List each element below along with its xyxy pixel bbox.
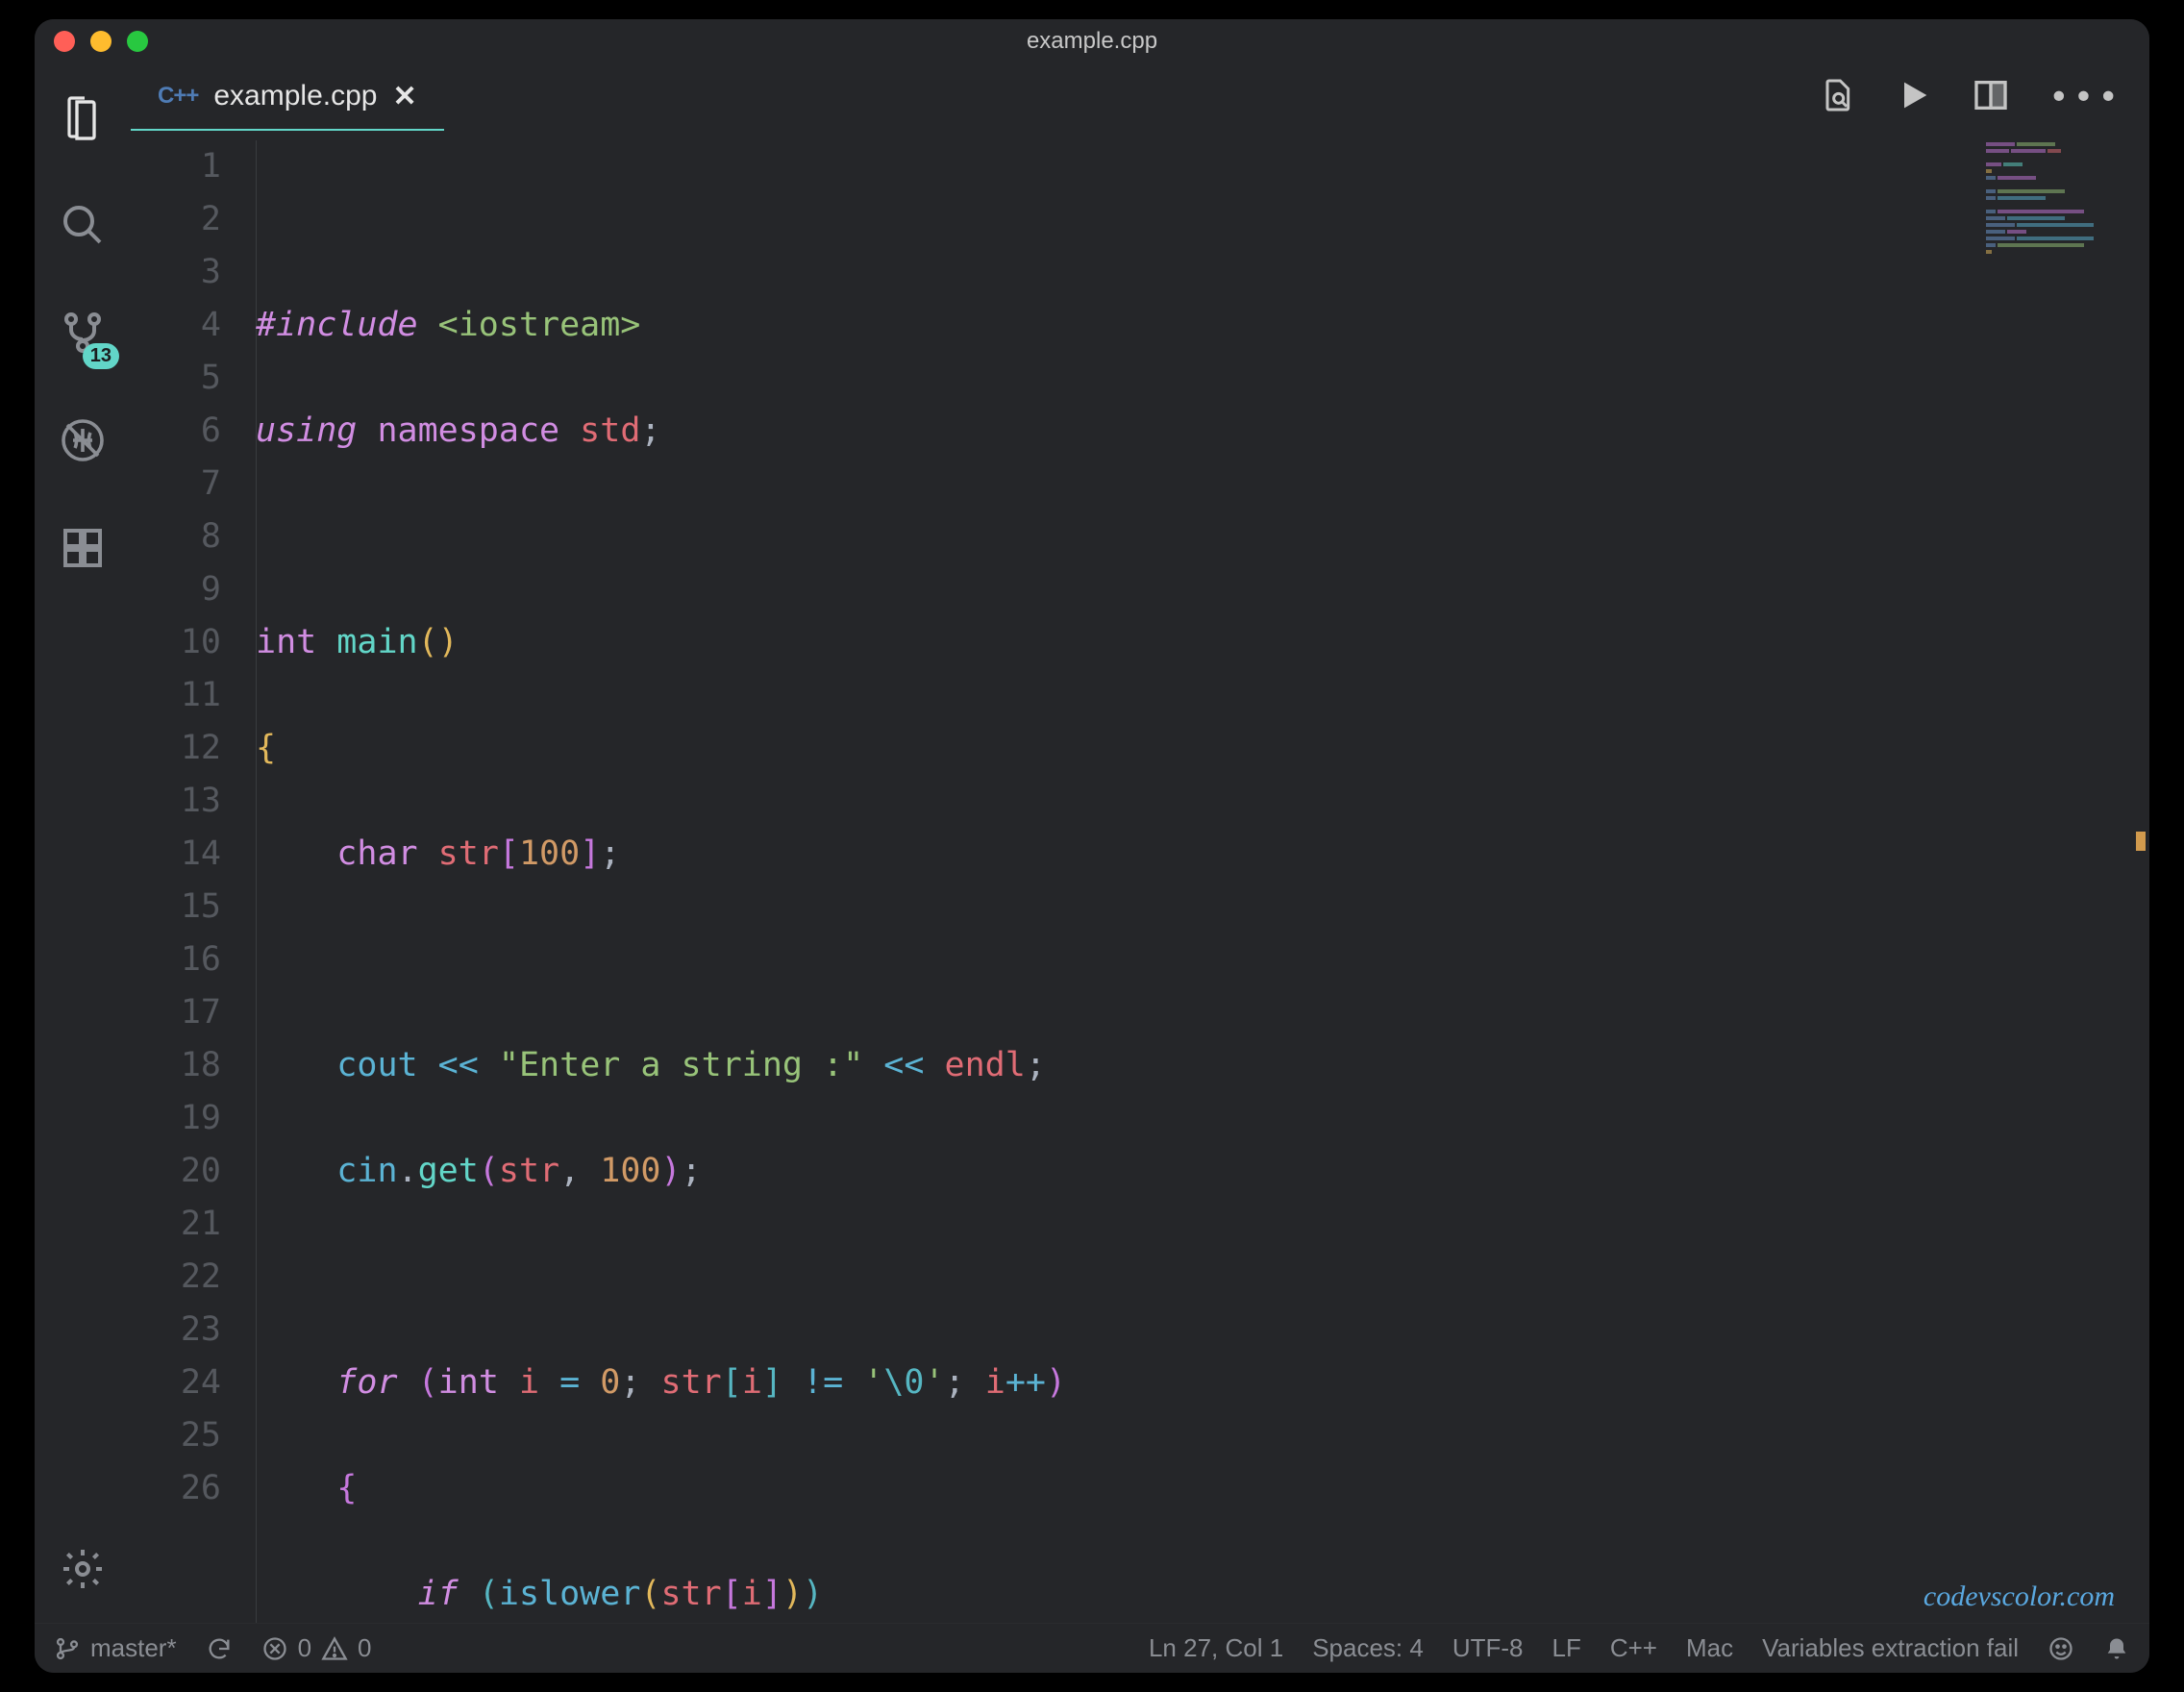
traffic-lights <box>54 31 148 52</box>
overview-ruler-mark <box>2136 832 2146 851</box>
sync-status[interactable] <box>206 1635 233 1662</box>
tab-bar: C++ example.cpp ✕ ••• <box>131 63 2149 131</box>
debug-icon[interactable] <box>52 410 113 471</box>
more-actions-icon[interactable]: ••• <box>2048 78 2122 117</box>
search-icon[interactable] <box>52 194 113 256</box>
tab-close-icon[interactable]: ✕ <box>392 80 416 113</box>
vscode-window: example.cpp 13 <box>35 19 2149 1673</box>
extensions-icon[interactable] <box>52 517 113 579</box>
tab-language-badge: C++ <box>158 83 198 110</box>
find-in-file-icon[interactable] <box>1818 76 1856 118</box>
extension-message-status[interactable]: Variables extraction fail <box>1762 1633 2019 1663</box>
problems-status[interactable]: 0 0 <box>261 1633 372 1663</box>
explorer-icon[interactable] <box>52 87 113 148</box>
minimize-window-button[interactable] <box>90 31 112 52</box>
os-status[interactable]: Mac <box>1686 1633 1733 1663</box>
watermark: codevscolor.com <box>1923 1580 2115 1613</box>
tab-filename: example.cpp <box>213 80 377 112</box>
settings-gear-icon[interactable] <box>52 1538 113 1600</box>
feedback-smiley-icon[interactable] <box>2048 1635 2074 1662</box>
editor-wrap: 1234567891011121314151617181920212223242… <box>131 131 2149 1623</box>
run-icon[interactable] <box>1895 76 1933 118</box>
activity-bar: 13 <box>35 63 131 1623</box>
split-editor-icon[interactable] <box>1972 76 2010 118</box>
encoding-status[interactable]: UTF-8 <box>1452 1633 1524 1663</box>
scm-badge: 13 <box>83 343 119 369</box>
language-mode-status[interactable]: C++ <box>1610 1633 1657 1663</box>
tab-example-cpp[interactable]: C++ example.cpp ✕ <box>131 63 444 131</box>
editor-actions: ••• <box>1818 63 2149 131</box>
status-bar: master* 0 0 Ln 27, Col 1 Spaces: 4 UTF-8… <box>35 1623 2149 1673</box>
cursor-position-status[interactable]: Ln 27, Col 1 <box>1149 1633 1283 1663</box>
git-branch-status[interactable]: master* <box>54 1633 177 1663</box>
editor-group: C++ example.cpp ✕ ••• <box>131 63 2149 1623</box>
window-body: 13 C++ example.cpp ✕ <box>35 63 2149 1623</box>
eol-status[interactable]: LF <box>1552 1633 1581 1663</box>
source-control-icon[interactable]: 13 <box>52 302 113 363</box>
code-content[interactable]: #include <iostream> using namespace std;… <box>256 140 2149 1623</box>
indentation-status[interactable]: Spaces: 4 <box>1312 1633 1424 1663</box>
window-title: example.cpp <box>1027 28 1157 55</box>
line-number-gutter: 1234567891011121314151617181920212223242… <box>131 140 256 1623</box>
notifications-bell-icon[interactable] <box>2103 1635 2130 1662</box>
code-editor[interactable]: 1234567891011121314151617181920212223242… <box>131 131 2149 1623</box>
titlebar: example.cpp <box>35 19 2149 63</box>
maximize-window-button[interactable] <box>127 31 148 52</box>
close-window-button[interactable] <box>54 31 75 52</box>
